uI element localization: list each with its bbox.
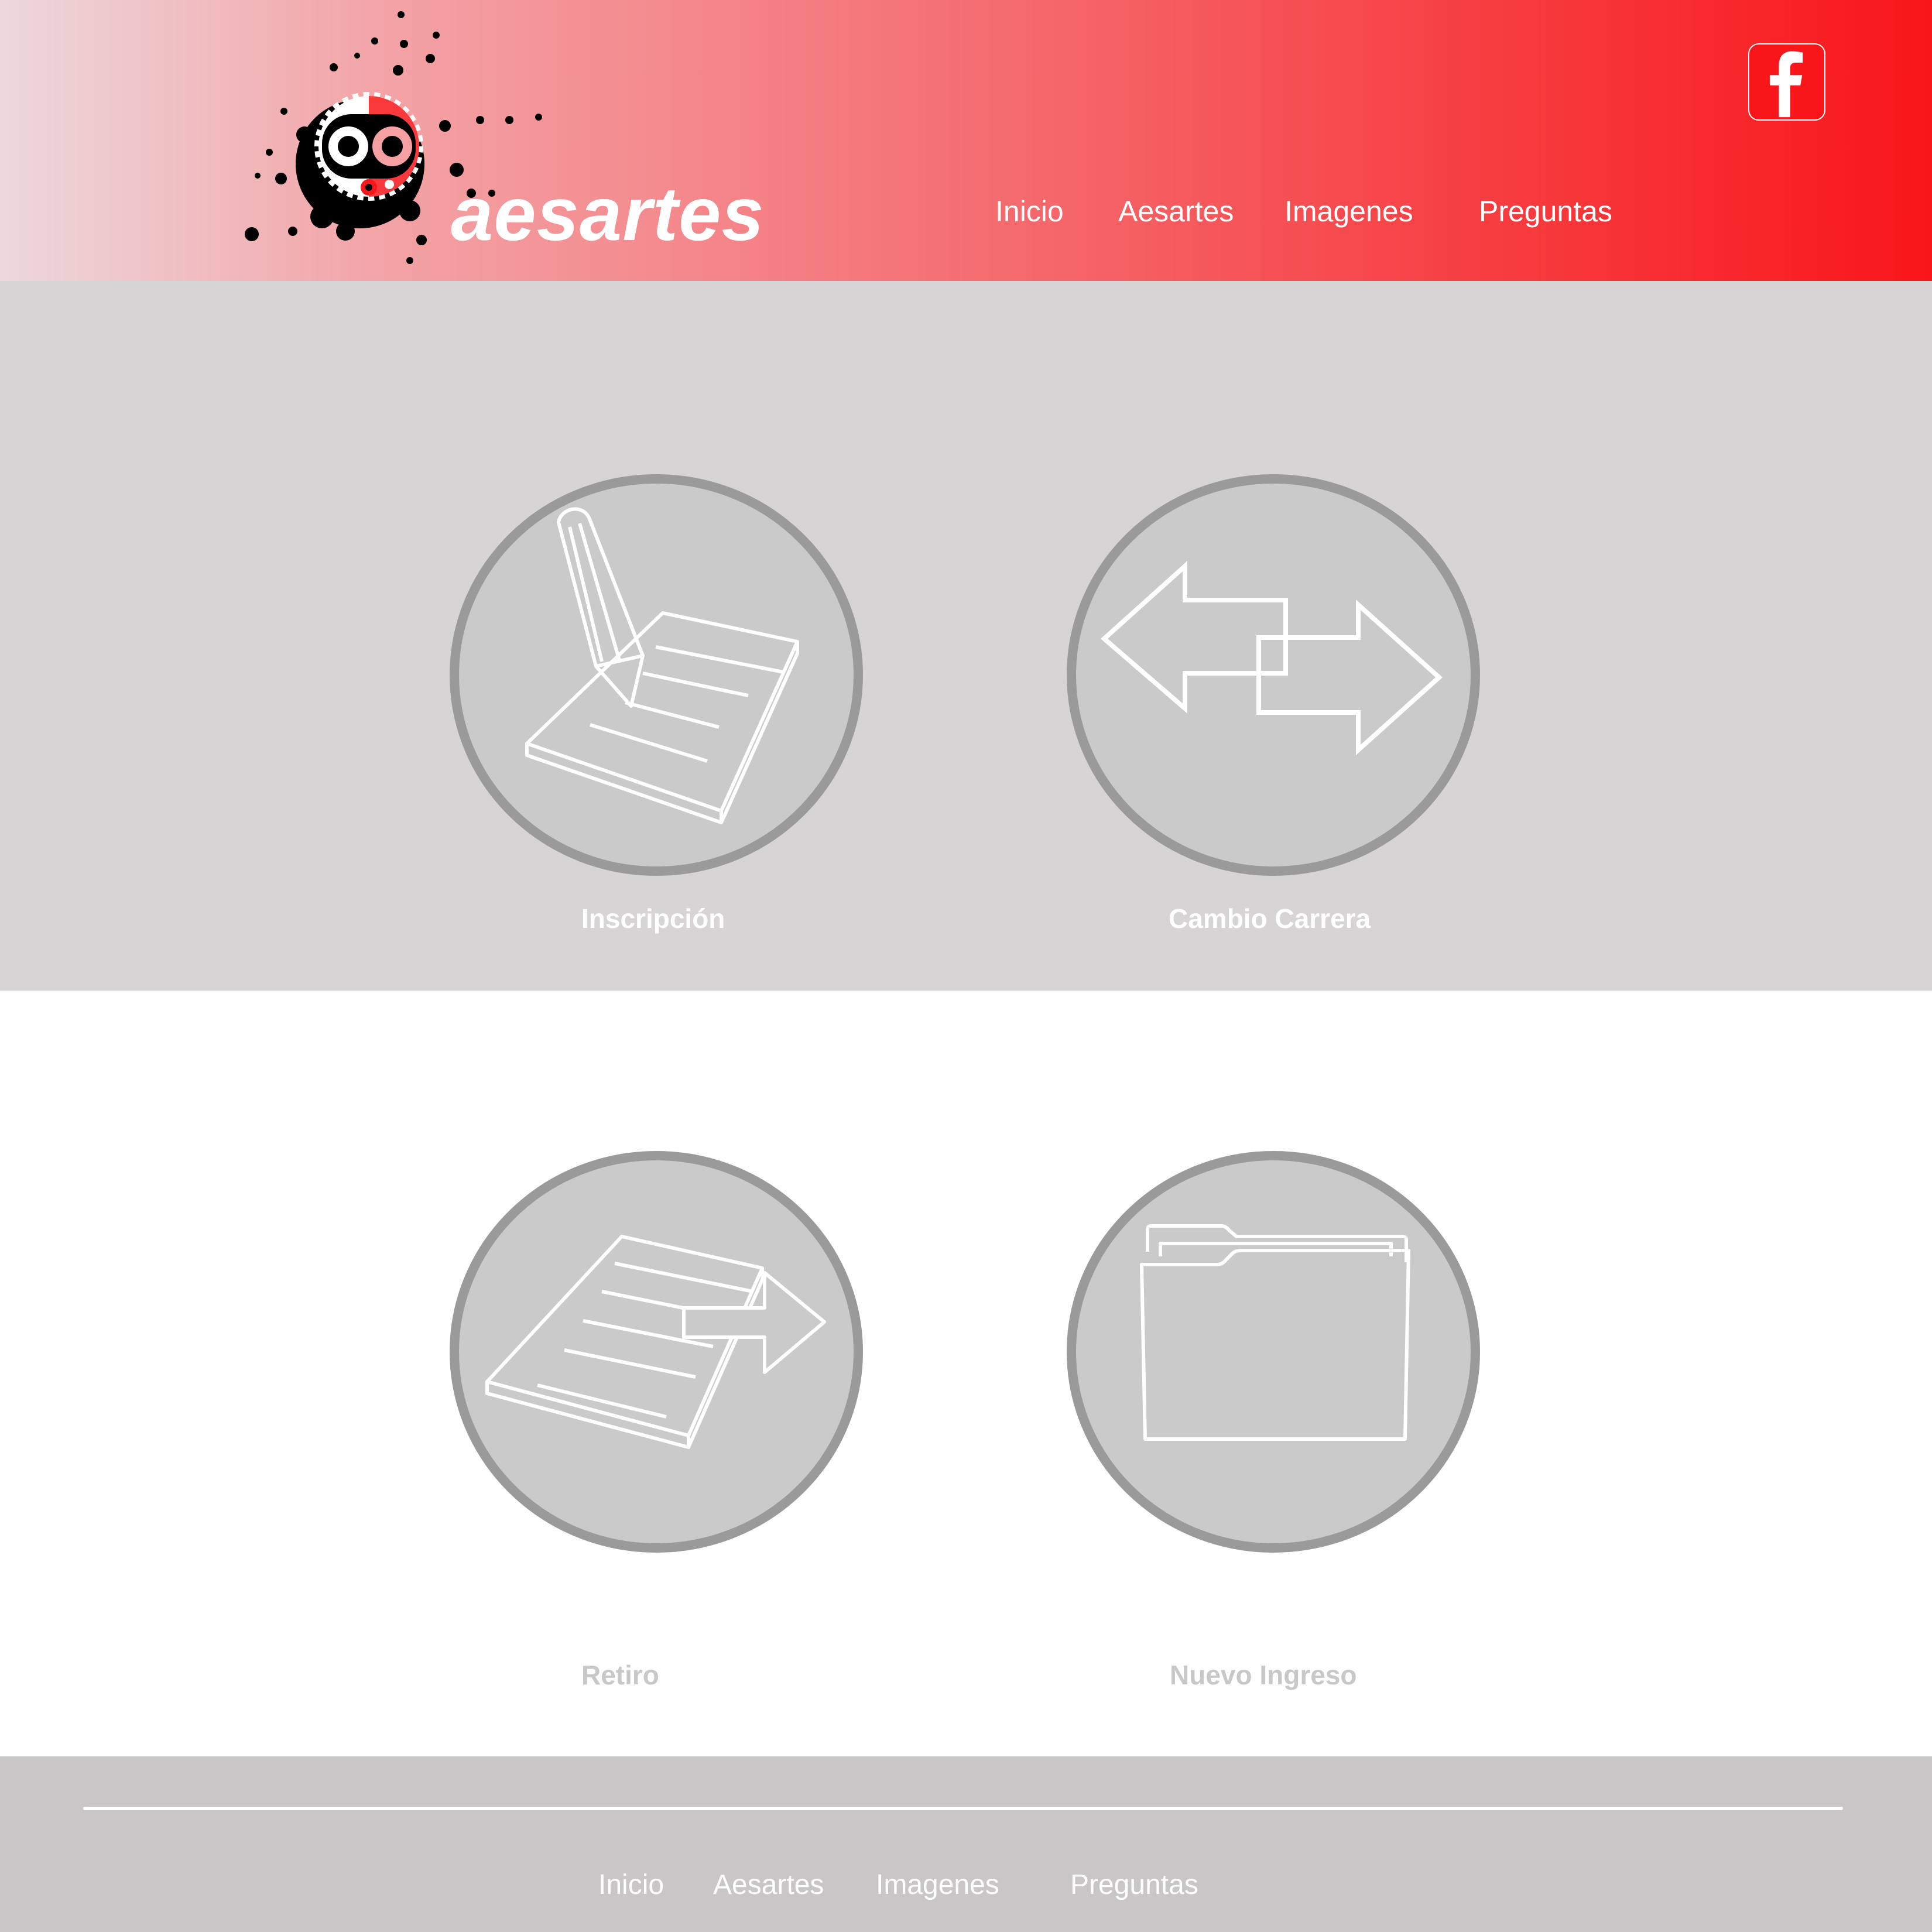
retiro-tile[interactable] [450,1151,863,1553]
notepad-pencil-icon [450,474,863,876]
brand-wordmark[interactable]: aesartes [451,176,765,252]
nav-link-preguntas[interactable]: Preguntas [1479,197,1612,226]
cambio-carrera-label[interactable]: Cambio Carrera [1169,905,1371,932]
site-footer: Inicio Aesartes Imagenes Preguntas [0,1756,1932,1932]
swap-arrows-icon [1067,474,1480,876]
notepad-arrow-icon [450,1151,863,1553]
footer-link-imagenes[interactable]: Imagenes [876,1871,999,1899]
cambio-carrera-tile[interactable] [1067,474,1480,876]
nav-link-imagenes[interactable]: Imagenes [1284,197,1413,226]
services-row-2: Retiro Nuevo Ingreso [0,991,1932,1756]
footer-link-aesartes[interactable]: Aesartes [713,1871,824,1899]
folder-icon [1067,1151,1480,1553]
nav-link-inicio[interactable]: Inicio [995,197,1064,226]
footer-link-preguntas[interactable]: Preguntas [1070,1871,1198,1899]
nav-link-aesartes[interactable]: Aesartes [1118,197,1234,226]
retiro-label[interactable]: Retiro [581,1662,659,1688]
inscripcion-tile[interactable] [450,474,863,876]
footer-divider [83,1807,1843,1810]
facebook-icon [1769,51,1803,118]
nuevo-ingreso-label[interactable]: Nuevo Ingreso [1170,1662,1357,1688]
site-header: aesartes Inicio Aesartes Imagenes Pregun… [0,0,1932,281]
facebook-button[interactable] [1748,43,1825,121]
nuevo-ingreso-tile[interactable] [1067,1151,1480,1553]
footer-link-inicio[interactable]: Inicio [598,1871,664,1899]
services-row-1: Inscripción Cambio Carrera [0,281,1932,991]
inscripcion-label[interactable]: Inscripción [581,905,725,932]
